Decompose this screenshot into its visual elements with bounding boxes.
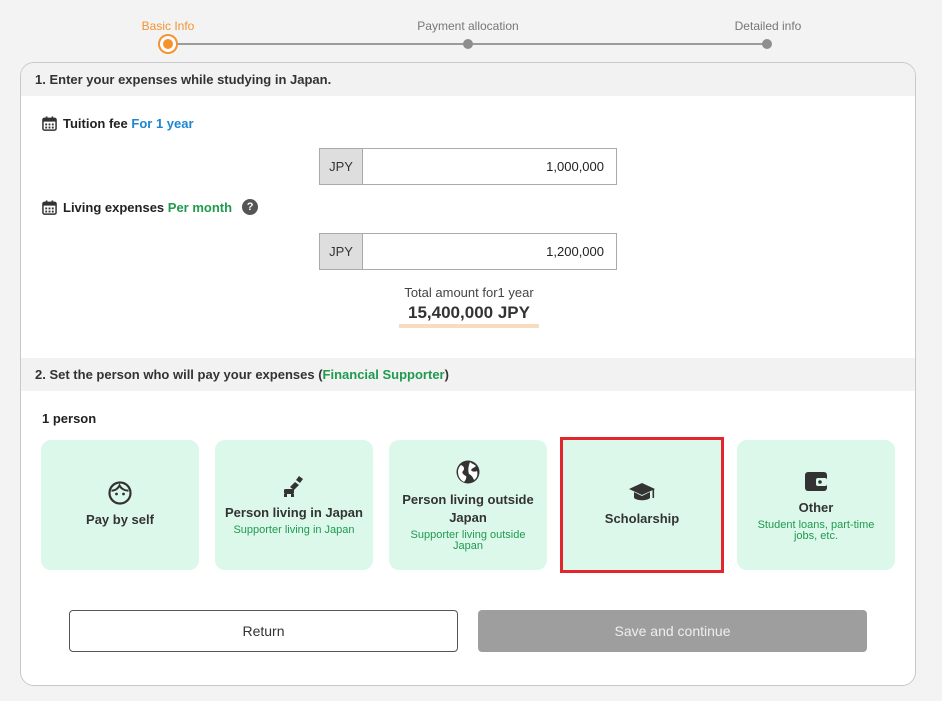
section-expenses-title: 1. Enter your expenses while studying in… <box>35 72 332 87</box>
person-seated-icon <box>284 476 303 497</box>
calendar-icon <box>42 116 57 131</box>
tuition-fee-label: Tuition fee For 1 year <box>42 116 194 131</box>
option-person-living-in-japan-sub: Supporter living in Japan <box>233 524 355 536</box>
save-and-continue-button[interactable]: Save and continue <box>478 610 867 652</box>
form-card: 1. Enter your expenses while studying in… <box>20 62 916 686</box>
help-icon[interactable]: ? <box>242 199 259 215</box>
living-expenses-text: Living expenses <box>63 199 165 215</box>
step-dot-payment-allocation <box>463 39 473 49</box>
living-currency: JPY <box>320 234 363 269</box>
person-count: 1 person <box>42 411 97 426</box>
option-other-sub: Student loans, part-time jobs, etc. <box>757 518 875 542</box>
calendar-icon <box>42 199 57 215</box>
option-pay-by-self-title: Pay by self <box>86 512 154 527</box>
section-supporter-title-prefix: 2. Set the person who will pay your expe… <box>35 367 323 382</box>
option-person-living-outside-japan-sub: Supporter living outside Japan <box>410 528 526 552</box>
section-supporter-title-highlight: Financial Supporter <box>322 367 445 382</box>
option-other[interactable]: Other Student loans, part-time jobs, etc… <box>737 440 895 570</box>
option-person-living-in-japan-title: Person living in Japan <box>225 505 363 520</box>
total-amount-value: 15,400,000 JPY <box>399 303 539 328</box>
living-expenses-input[interactable]: JPY 1,200,000 <box>319 233 617 270</box>
option-person-living-in-japan[interactable]: Person living in Japan Supporter living … <box>215 440 373 570</box>
step-label-detailed-info: Detailed info <box>734 19 802 33</box>
wallet-icon <box>805 471 827 491</box>
tuition-value[interactable]: 1,000,000 <box>363 149 616 184</box>
option-person-living-outside-japan[interactable]: Person living outside Japan Supporter li… <box>389 440 547 570</box>
step-label-basic-info: Basic Info <box>141 19 195 33</box>
step-label-payment-allocation: Payment allocation <box>417 19 519 33</box>
progress-stepper: Basic Info Payment allocation Detailed i… <box>0 0 942 60</box>
total-amount-label: Total amount for1 year <box>404 285 534 300</box>
section-expenses-header: 1. Enter your expenses while studying in… <box>21 63 915 96</box>
section-supporter-header: 2. Set the person who will pay your expe… <box>21 358 915 391</box>
step-dot-detailed-info <box>762 39 772 49</box>
option-pay-by-self[interactable]: Pay by self <box>41 440 199 570</box>
option-other-title: Other <box>798 499 834 515</box>
living-expenses-label: Living expenses Per month ? <box>42 199 259 215</box>
tuition-currency: JPY <box>320 149 363 184</box>
tuition-fee-input[interactable]: JPY 1,000,000 <box>319 148 617 185</box>
option-scholarship-title: Scholarship <box>604 511 680 526</box>
section-supporter-title-suffix: ) <box>444 367 449 382</box>
tuition-period: For 1 year <box>131 116 194 131</box>
step-dot-basic-info <box>160 36 176 52</box>
option-person-living-outside-japan-title: Person living outside Japan <box>402 491 534 525</box>
living-value[interactable]: 1,200,000 <box>363 234 616 269</box>
living-period: Per month <box>167 199 233 215</box>
tuition-fee-text: Tuition fee <box>63 116 128 131</box>
return-button[interactable]: Return <box>69 610 458 652</box>
globe-icon <box>456 460 480 483</box>
graduation-cap-icon <box>629 483 655 501</box>
face-icon <box>108 481 132 505</box>
option-scholarship[interactable]: Scholarship <box>563 440 721 570</box>
